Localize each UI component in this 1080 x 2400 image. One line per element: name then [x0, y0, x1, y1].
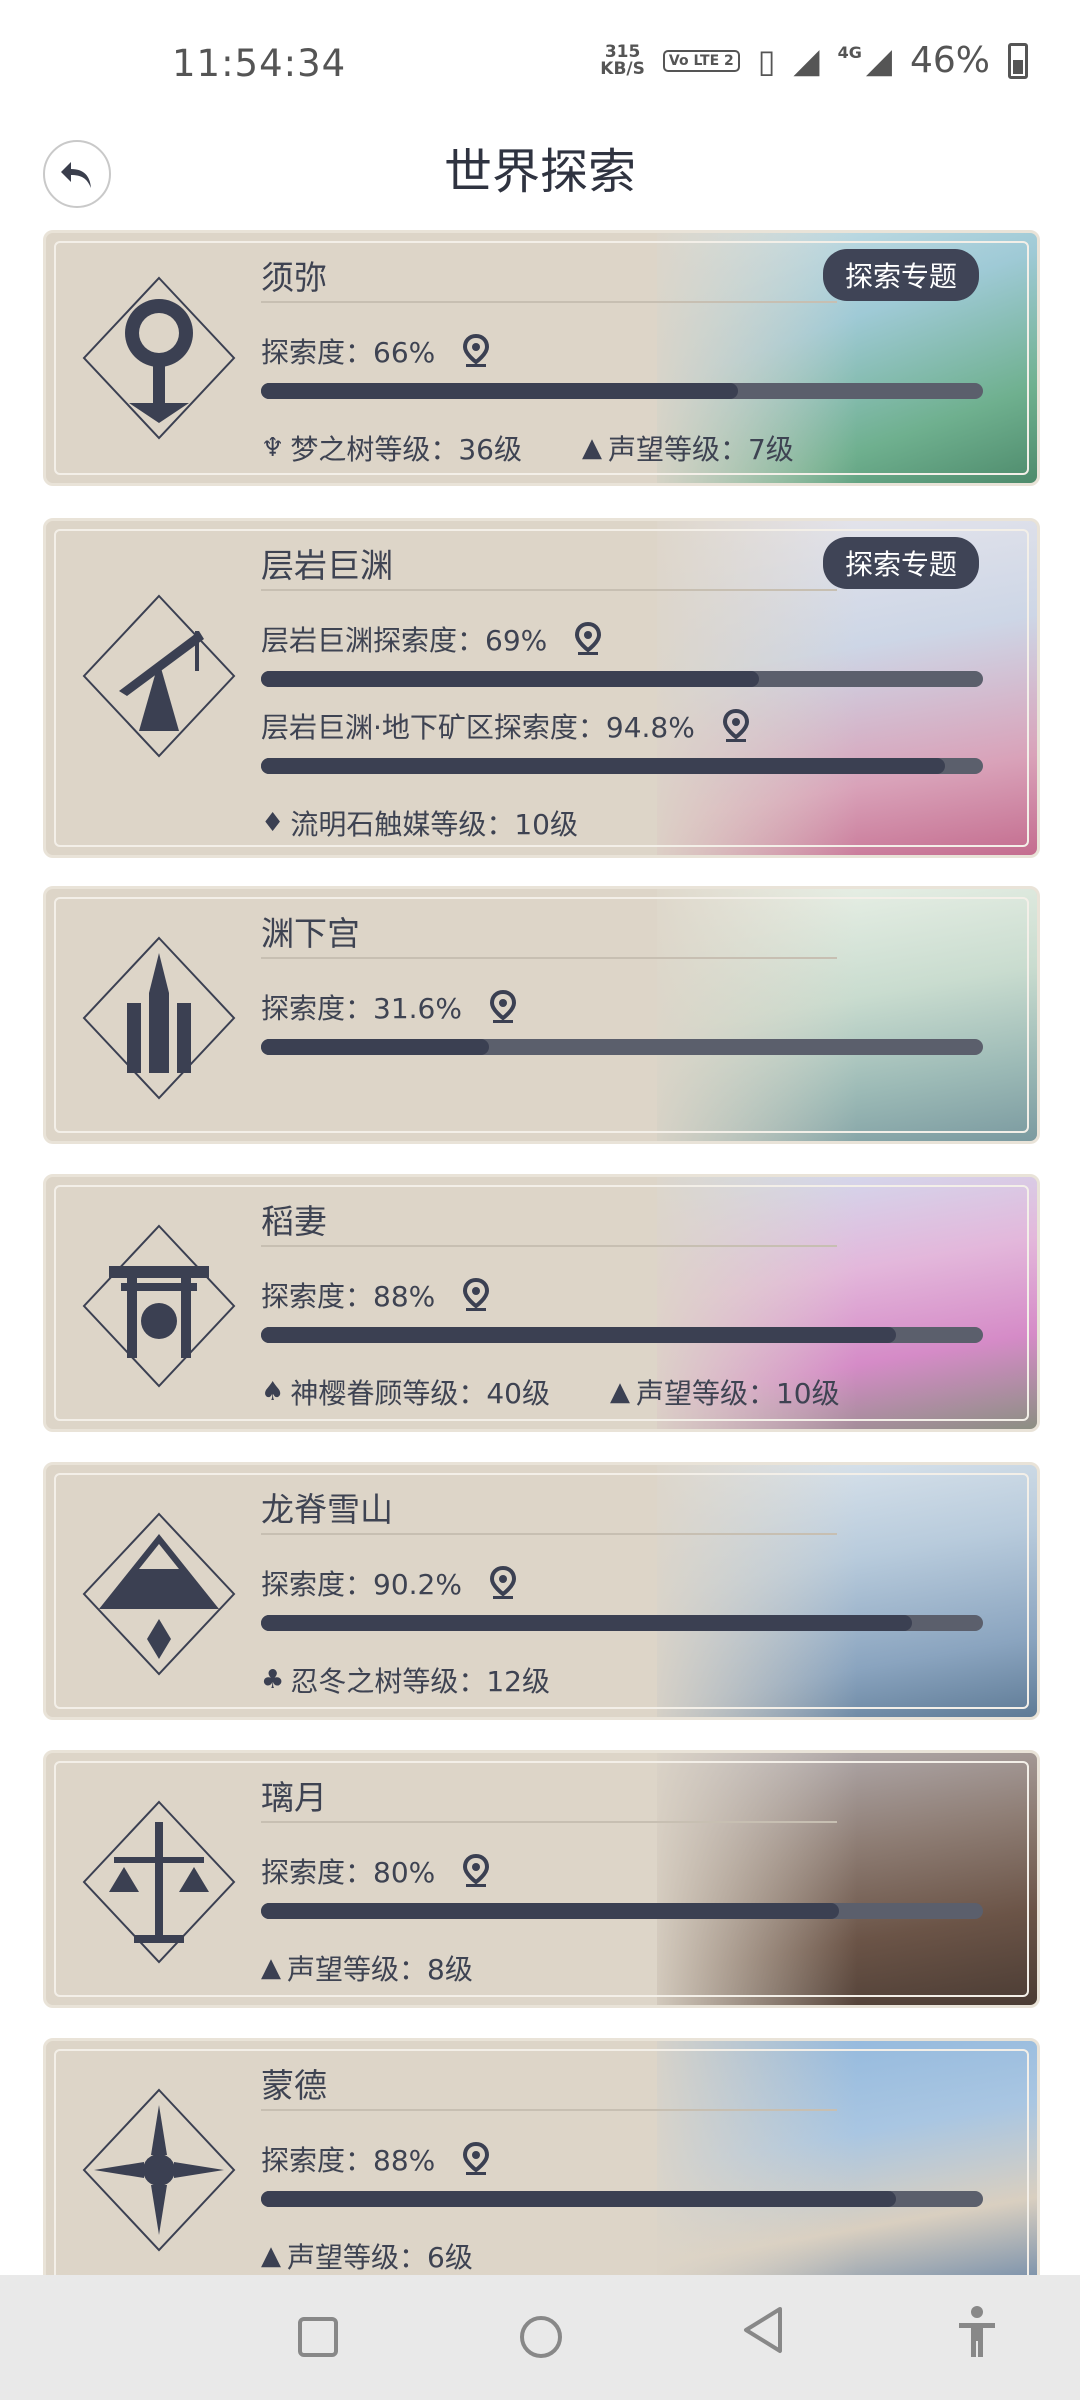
status-time: 11:54:34 [172, 42, 347, 85]
exploration-progress-bar [261, 1327, 983, 1343]
region-name: 渊下宫 [261, 914, 360, 953]
level-list: ♣ 忍冬之树等级：12级 [261, 1660, 550, 1700]
exploration-progress-bar [261, 758, 983, 774]
topic-button[interactable]: 探索专题 [822, 249, 979, 301]
map-pin-icon[interactable] [489, 989, 516, 1024]
region-name: 稻妻 [261, 1202, 327, 1241]
region-name: 蒙德 [261, 2066, 327, 2105]
frostbearing-tree-icon: ♣ [261, 1665, 285, 1695]
region-name: 龙脊雪山 [261, 1490, 393, 1529]
home-icon[interactable] [520, 2316, 562, 2358]
level-list: ♠ 神樱眷顾等级：40级 ▲ 声望等级：10级 [261, 1372, 840, 1412]
topic-button[interactable]: 探索专题 [822, 537, 979, 589]
level-list: ♦ 流明石触媒等级：10级 [261, 803, 578, 843]
exploration-progress-bar [261, 1903, 983, 1919]
exploration-stat: 探索度：88% [261, 1275, 490, 1315]
level-item: ♆ 梦之树等级：36级 [261, 433, 522, 466]
net-speed-unit: KB/S [600, 58, 645, 79]
level-list: ♆ 梦之树等级：36级 ▲ 声望等级：7级 [261, 428, 794, 468]
region-card-dragonspine[interactable]: 龙脊雪山 探索度：90.2% ♣ 忍冬之树等级：12级 [43, 1462, 1040, 1720]
exploration-stat: 探索度：88% [261, 2139, 490, 2179]
region-name: 须弥 [261, 258, 327, 297]
region-card-enkanomiya[interactable]: 渊下宫 探索度：31.6% [43, 886, 1040, 1144]
region-name: 璃月 [261, 1778, 327, 1817]
recent-apps-icon[interactable] [298, 2317, 338, 2357]
map-pin-icon[interactable] [463, 1853, 490, 1888]
sumeru-emblem-icon [74, 273, 244, 443]
region-list[interactable]: 须弥 探索专题 探索度：66% ♆ 梦之树等级：36级 ▲ 声望等级：7级 层岩巨渊… [0, 230, 1080, 2275]
map-pin-icon[interactable] [463, 1277, 490, 1312]
level-item: ♠ 神樱眷顾等级：40级 [261, 1377, 550, 1410]
exploration-progress-bar [261, 383, 983, 399]
exploration-progress-bar [261, 1039, 983, 1055]
signal-icon-2: ◢ [865, 40, 892, 81]
dragonspine-emblem-icon [74, 1509, 244, 1679]
map-pin-icon[interactable] [489, 1565, 516, 1600]
liyue-emblem-icon [74, 1797, 244, 1967]
net-speed: 315 KB/S [600, 41, 645, 79]
inazuma-emblem-icon [74, 1221, 244, 1391]
region-card-sumeru[interactable]: 须弥 探索专题 探索度：66% ♆ 梦之树等级：36级 ▲ 声望等级：7级 [43, 230, 1040, 486]
level-item: ♦ 流明石触媒等级：10级 [261, 808, 578, 841]
dream-tree-icon: ♆ [261, 433, 285, 463]
status-bar: 11:54:34 315 KB/S Vo LTE 2 ▯ ◢ 4G ◢ 46% [0, 0, 1080, 130]
network-type: 4G [837, 43, 862, 62]
page-header: 世界探索 [0, 130, 1080, 230]
exploration-stat: 探索度：90.2% [261, 1563, 516, 1603]
map-pin-icon[interactable] [463, 2141, 490, 2176]
reputation-icon: ▲ [609, 1377, 630, 1407]
exploration-progress-bar [261, 2191, 983, 2207]
mondstadt-emblem-icon [74, 2085, 244, 2255]
level-item: ▲ 声望等级：8级 [261, 1953, 473, 1986]
volte-icon: Vo LTE 2 [662, 49, 740, 72]
exploration-progress-bar [261, 1615, 983, 1631]
page-title: 世界探索 [443, 144, 636, 200]
region-card-chasm[interactable]: 层岩巨渊 探索专题 层岩巨渊探索度：69% 层岩巨渊·地下矿区探索度：94.8%… [43, 518, 1040, 858]
status-icons: 315 KB/S Vo LTE 2 ▯ ◢ 4G ◢ 46% [600, 40, 1028, 81]
map-pin-icon[interactable] [575, 621, 602, 656]
exploration-progress-bar [261, 671, 983, 687]
enkanomiya-emblem-icon [74, 933, 244, 1103]
system-nav-bar [0, 2275, 1080, 2400]
region-card-mondstadt[interactable]: 蒙德 探索度：88% ▲ 声望等级：6级 [43, 2038, 1040, 2275]
sacred-sakura-icon: ♠ [261, 1377, 285, 1407]
reputation-icon: ▲ [581, 433, 602, 463]
exploration-stat: 层岩巨渊·地下矿区探索度：94.8% [261, 706, 749, 746]
exploration-stat: 探索度：31.6% [261, 987, 516, 1027]
lumenstone-icon: ♦ [261, 808, 285, 838]
level-list: ▲ 声望等级：8级 [261, 1948, 473, 1988]
exploration-stat: 探索度：66% [261, 331, 490, 371]
level-item: ▲ 声望等级：10级 [609, 1377, 840, 1410]
region-card-inazuma[interactable]: 稻妻 探索度：88% ♠ 神樱眷顾等级：40级 ▲ 声望等级：10级 [43, 1174, 1040, 1432]
accessibility-icon[interactable] [955, 2305, 999, 2370]
level-item: ▲ 声望等级：6级 [261, 2241, 473, 2274]
back-icon[interactable] [740, 2305, 784, 2366]
reputation-icon: ▲ [261, 2241, 281, 2271]
exploration-stat: 探索度：80% [261, 1851, 490, 1891]
map-pin-icon[interactable] [722, 708, 749, 743]
level-item: ▲ 声望等级：7级 [581, 433, 794, 466]
battery-percent: 46% [909, 40, 990, 81]
net-speed-value: 315 [604, 41, 641, 62]
level-item: ♣ 忍冬之树等级：12级 [261, 1665, 550, 1698]
level-list: ▲ 声望等级：6级 [261, 2236, 473, 2275]
exploration-stat: 层岩巨渊探索度：69% [261, 619, 602, 659]
vibrate-icon: ▯ [757, 41, 776, 80]
signal-icon: ◢ [793, 40, 820, 81]
region-card-liyue[interactable]: 璃月 探索度：80% ▲ 声望等级：8级 [43, 1750, 1040, 2008]
chasm-emblem-icon [74, 591, 244, 761]
battery-icon [1008, 42, 1028, 79]
map-pin-icon[interactable] [463, 333, 490, 368]
reputation-icon: ▲ [261, 1953, 281, 1983]
region-name: 层岩巨渊 [261, 546, 393, 585]
